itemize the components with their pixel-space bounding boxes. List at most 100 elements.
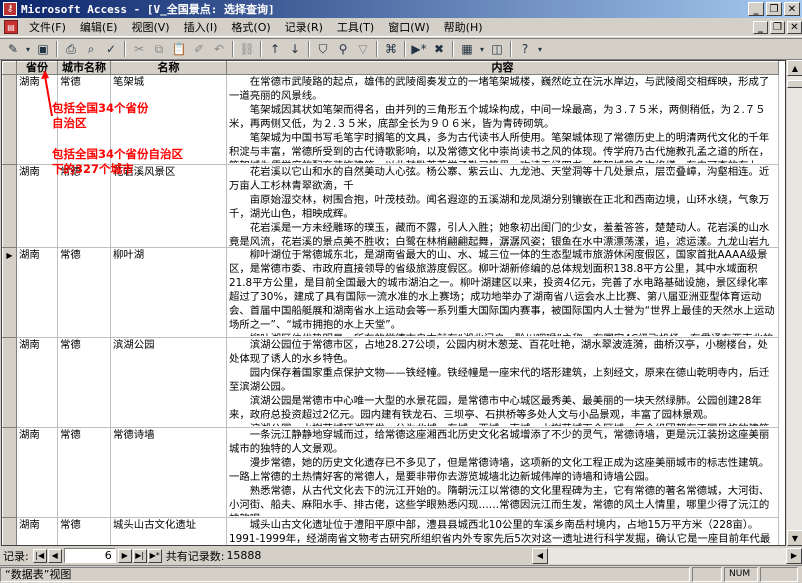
column-header-content[interactable]: 内容 xyxy=(226,61,779,75)
menu-records[interactable]: 记录(R) xyxy=(278,19,330,36)
scroll-left-arrow-icon[interactable]: ◀ xyxy=(532,547,548,564)
doc-close-button[interactable]: ✕ xyxy=(787,20,802,34)
menu-file[interactable]: 文件(F) xyxy=(22,19,73,36)
find-icon[interactable]: ⌘ xyxy=(381,40,401,58)
delete-record-icon[interactable]: ✖ xyxy=(429,40,449,58)
total-records-count: 15888 xyxy=(226,549,262,562)
table-row[interactable]: 湖南 常德 城头山古文化遗址 城头山古文化遗址位于澧阳平原中部，澧县县城西北10公里的… xyxy=(2,517,779,545)
cell-province[interactable]: 湖南 xyxy=(16,337,58,428)
help-dropdown-icon[interactable]: ▾ xyxy=(535,40,545,58)
undo-icon[interactable]: ↶ xyxy=(209,40,229,58)
table-row[interactable]: 湖南 常德 常德诗墙 一条沅江静静地穿城而过，给常德这座湘西北历史文化名城增添了不少的… xyxy=(2,427,779,518)
content-paragraph: 柳叶湖位于常德城东北，是湖南省最大的山、水、城三位一体的生态型城市旅游休闲度假区… xyxy=(229,249,775,331)
view-dropdown-icon[interactable]: ▾ xyxy=(23,40,33,58)
doc-minimize-button[interactable]: _ xyxy=(753,20,768,34)
annotation-cities: 包括全国34个省份自治区 下的327个城市 xyxy=(52,147,184,176)
annotation-provinces: 包括全国34个省份 自治区 xyxy=(52,101,149,130)
cell-province[interactable]: 湖南 xyxy=(16,517,58,545)
save-icon[interactable]: ▣ xyxy=(33,40,53,58)
menu-tools[interactable]: 工具(T) xyxy=(330,19,381,36)
cell-province[interactable]: 湖南 xyxy=(16,247,58,338)
cell-name[interactable]: 城头山古文化遗址 xyxy=(110,517,227,545)
cell-content[interactable]: 城头山古文化遗址位于澧阳平原中部，澧县县城西北10公里的车溪乡南岳村境内，占地1… xyxy=(226,517,779,545)
table-row[interactable]: ▶ 湖南 常德 柳叶湖 柳叶湖位于常德城东北，是湖南省最大的山、水、城三位一体的生态型城… xyxy=(2,247,779,338)
copy-icon[interactable]: ⧉ xyxy=(149,40,169,58)
cell-content[interactable]: 一条沅江静静地穿城而过，给常德这座湘西北历史文化名城增添了不少的灵气，常德诗墙，… xyxy=(226,427,779,518)
paste-icon[interactable]: 📋 xyxy=(169,40,189,58)
print-icon[interactable]: ⎙ xyxy=(61,40,81,58)
doc-restore-button[interactable]: ❐ xyxy=(770,20,785,34)
record-selector[interactable] xyxy=(2,74,17,165)
apply-filter-icon[interactable]: ▽ xyxy=(353,40,373,58)
previous-record-icon[interactable]: ◀ xyxy=(47,548,62,563)
format-painter-icon[interactable]: ✐ xyxy=(189,40,209,58)
record-selector[interactable]: ▶ xyxy=(2,247,17,338)
cell-content[interactable]: 花岩溪以它山和水的自然美动人心弦。杨公寨、紫云山、九龙池、天堂洞等十几处景点，层… xyxy=(226,164,779,248)
record-selector[interactable] xyxy=(2,164,17,248)
column-header-city[interactable]: 城市名称 xyxy=(57,61,111,75)
cell-city[interactable]: 常德 xyxy=(57,517,111,545)
new-object-dropdown-icon[interactable]: ▾ xyxy=(477,40,487,58)
cell-province[interactable]: 湖南 xyxy=(16,427,58,518)
insert-hyperlink-icon[interactable]: ⛓ xyxy=(237,40,257,58)
filter-by-form-icon[interactable]: ⚲ xyxy=(333,40,353,58)
cell-content[interactable]: 柳叶湖位于常德城东北，是湖南省最大的山、水、城三位一体的生态型城市旅游休闲度假区… xyxy=(226,247,779,338)
print-preview-icon[interactable]: ⌕ xyxy=(81,40,101,58)
database-window-icon[interactable]: ▦ xyxy=(457,40,477,58)
menu-view[interactable]: 视图(V) xyxy=(124,19,176,36)
content-paragraph: 花岩溪是一方未经雕琢的璞玉，藏而不露，引人入胜；她象初出闺门的少女，羞羞答答，楚… xyxy=(229,222,770,246)
datasheet[interactable]: 省份 城市名称 名称 内容 湖南 常德 笔架城 在常德市武陵路的起点，雄伟的武陵阁奏发… xyxy=(1,60,786,546)
toolbar: ✎ ▾ ▣ ⎙ ⌕ ✓ ✂ ⧉ 📋 ✐ ↶ ⛓ ↑ ↓ ⛉ ⚲ ▽ ⌘ ▶* ✖… xyxy=(0,38,802,60)
record-selector[interactable] xyxy=(2,517,17,545)
scroll-right-arrow-icon[interactable]: ▶ xyxy=(786,547,802,564)
menu-insert[interactable]: 插入(I) xyxy=(177,19,225,36)
horizontal-scrollbar[interactable]: ◀ ▶ xyxy=(532,547,802,564)
next-record-icon[interactable]: ▶ xyxy=(117,548,132,563)
restore-button[interactable]: ❐ xyxy=(766,2,782,16)
content-paragraph: 城头山古文化遗址位于澧阳平原中部，澧县县城西北10公里的车溪乡南岳村境内，占地1… xyxy=(229,519,771,545)
menu-window[interactable]: 窗口(W) xyxy=(381,19,436,36)
view-status: “数据表”视图 xyxy=(0,567,690,582)
content-paragraph: 一条沅江静静地穿城而过，给常德这座湘西北历史文化名城增添了不少的灵气，常德诗墙，… xyxy=(229,429,770,455)
content-paragraph: 柳叶湖区位优势明显。所在的常德市自古就有“湘北门户，黔川咽喉”之称，有国家4C级… xyxy=(229,332,776,336)
cell-city[interactable]: 常德 xyxy=(57,247,111,338)
cell-content[interactable]: 在常德市武陵路的起点，雄伟的武陵阁奏发立的一堵笔架城楼，巍然屹立在沅水岸边，与武… xyxy=(226,74,779,165)
cell-name[interactable]: 滨湖公园 xyxy=(110,337,227,428)
vertical-scrollbar[interactable]: ▲ ▼ xyxy=(786,60,802,546)
cell-city[interactable]: 常德 xyxy=(57,427,111,518)
column-header-name[interactable]: 名称 xyxy=(110,61,227,75)
new-record-nav-icon[interactable]: ▶* xyxy=(147,548,162,563)
filter-by-selection-icon[interactable]: ⛉ xyxy=(313,40,333,58)
last-record-icon[interactable]: ▶| xyxy=(132,548,147,563)
close-button[interactable]: ✕ xyxy=(784,2,800,16)
new-record-icon[interactable]: ▶* xyxy=(409,40,429,58)
record-selector[interactable] xyxy=(2,337,17,428)
cut-icon[interactable]: ✂ xyxy=(129,40,149,58)
spelling-icon[interactable]: ✓ xyxy=(101,40,121,58)
menu-format[interactable]: 格式(O) xyxy=(224,19,277,36)
cell-name[interactable]: 柳叶湖 xyxy=(110,247,227,338)
vertical-scroll-thumb[interactable] xyxy=(787,80,802,88)
select-all-corner[interactable] xyxy=(2,61,17,75)
sort-ascending-icon[interactable]: ↑ xyxy=(265,40,285,58)
view-icon[interactable]: ✎ xyxy=(3,40,23,58)
new-object-icon[interactable]: ◫ xyxy=(487,40,507,58)
record-selector[interactable] xyxy=(2,427,17,518)
scroll-up-arrow-icon[interactable]: ▲ xyxy=(787,60,802,76)
cell-name[interactable]: 常德诗墙 xyxy=(110,427,227,518)
scroll-down-arrow-icon[interactable]: ▼ xyxy=(787,530,802,546)
first-record-icon[interactable]: |◀ xyxy=(32,548,47,563)
sort-descending-icon[interactable]: ↓ xyxy=(285,40,305,58)
table-row[interactable]: 湖南 常德 滨湖公园 滨湖公园位于常德市区，占地28.27公顷，公园内树木葱茏、百花吐… xyxy=(2,337,779,428)
cell-content[interactable]: 滨湖公园位于常德市区，占地28.27公顷，公园内树木葱茏、百花吐艳，湖水翠波涟漪… xyxy=(226,337,779,428)
current-record-field[interactable]: 6 xyxy=(63,548,116,563)
document-control-icon[interactable]: ▤ xyxy=(4,20,18,34)
minimize-button[interactable]: _ xyxy=(748,2,764,16)
menu-edit[interactable]: 编辑(E) xyxy=(73,19,125,36)
content-paragraph: 滨湖公园是常德市中心唯一大型的水景花园，是常德市中心城区最秀美、最美丽的一块天然… xyxy=(229,395,762,421)
help-icon[interactable]: ? xyxy=(515,40,535,58)
menu-help[interactable]: 帮助(H) xyxy=(437,19,490,36)
cell-city[interactable]: 常德 xyxy=(57,337,111,428)
num-lock-indicator: NUM xyxy=(724,567,758,582)
record-navigation: 记录: |◀ ◀ 6 ▶ ▶| ▶* 共有记录数: 15888 ◀ ▶ xyxy=(0,547,802,564)
